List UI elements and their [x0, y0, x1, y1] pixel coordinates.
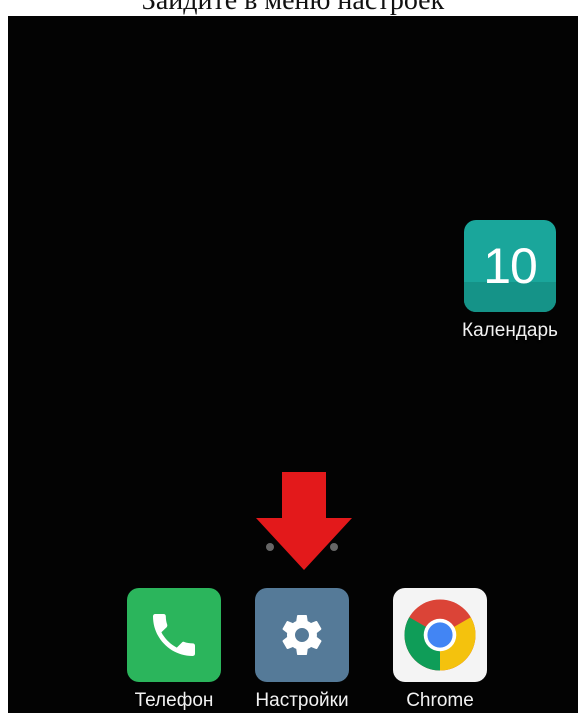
red-arrow-down-icon [256, 472, 352, 570]
settings-icon[interactable] [255, 588, 349, 682]
settings-app[interactable]: Настройки [240, 588, 364, 712]
phone-handset-icon [153, 614, 195, 656]
phone-app[interactable]: Телефон [114, 588, 234, 712]
chrome-icon-tile[interactable] [393, 588, 487, 682]
phone-label: Телефон [134, 690, 214, 711]
chrome-app[interactable]: Chrome [380, 588, 500, 712]
calendar-app[interactable]: 10 Календарь [448, 220, 572, 342]
home-screen: 10 Календарь Телефон Настройки Chrome [8, 16, 578, 713]
settings-label: Настройки [255, 690, 349, 711]
calendar-icon[interactable]: 10 [464, 220, 556, 312]
calendar-label: Календарь [462, 320, 558, 341]
chrome-label: Chrome [406, 690, 474, 711]
instruction-caption: Зайдите в меню настроек [141, 0, 445, 16]
gear-icon [282, 615, 322, 656]
phone-icon[interactable] [127, 588, 221, 682]
calendar-day-number: 10 [483, 238, 538, 294]
chrome-icon [404, 599, 476, 671]
